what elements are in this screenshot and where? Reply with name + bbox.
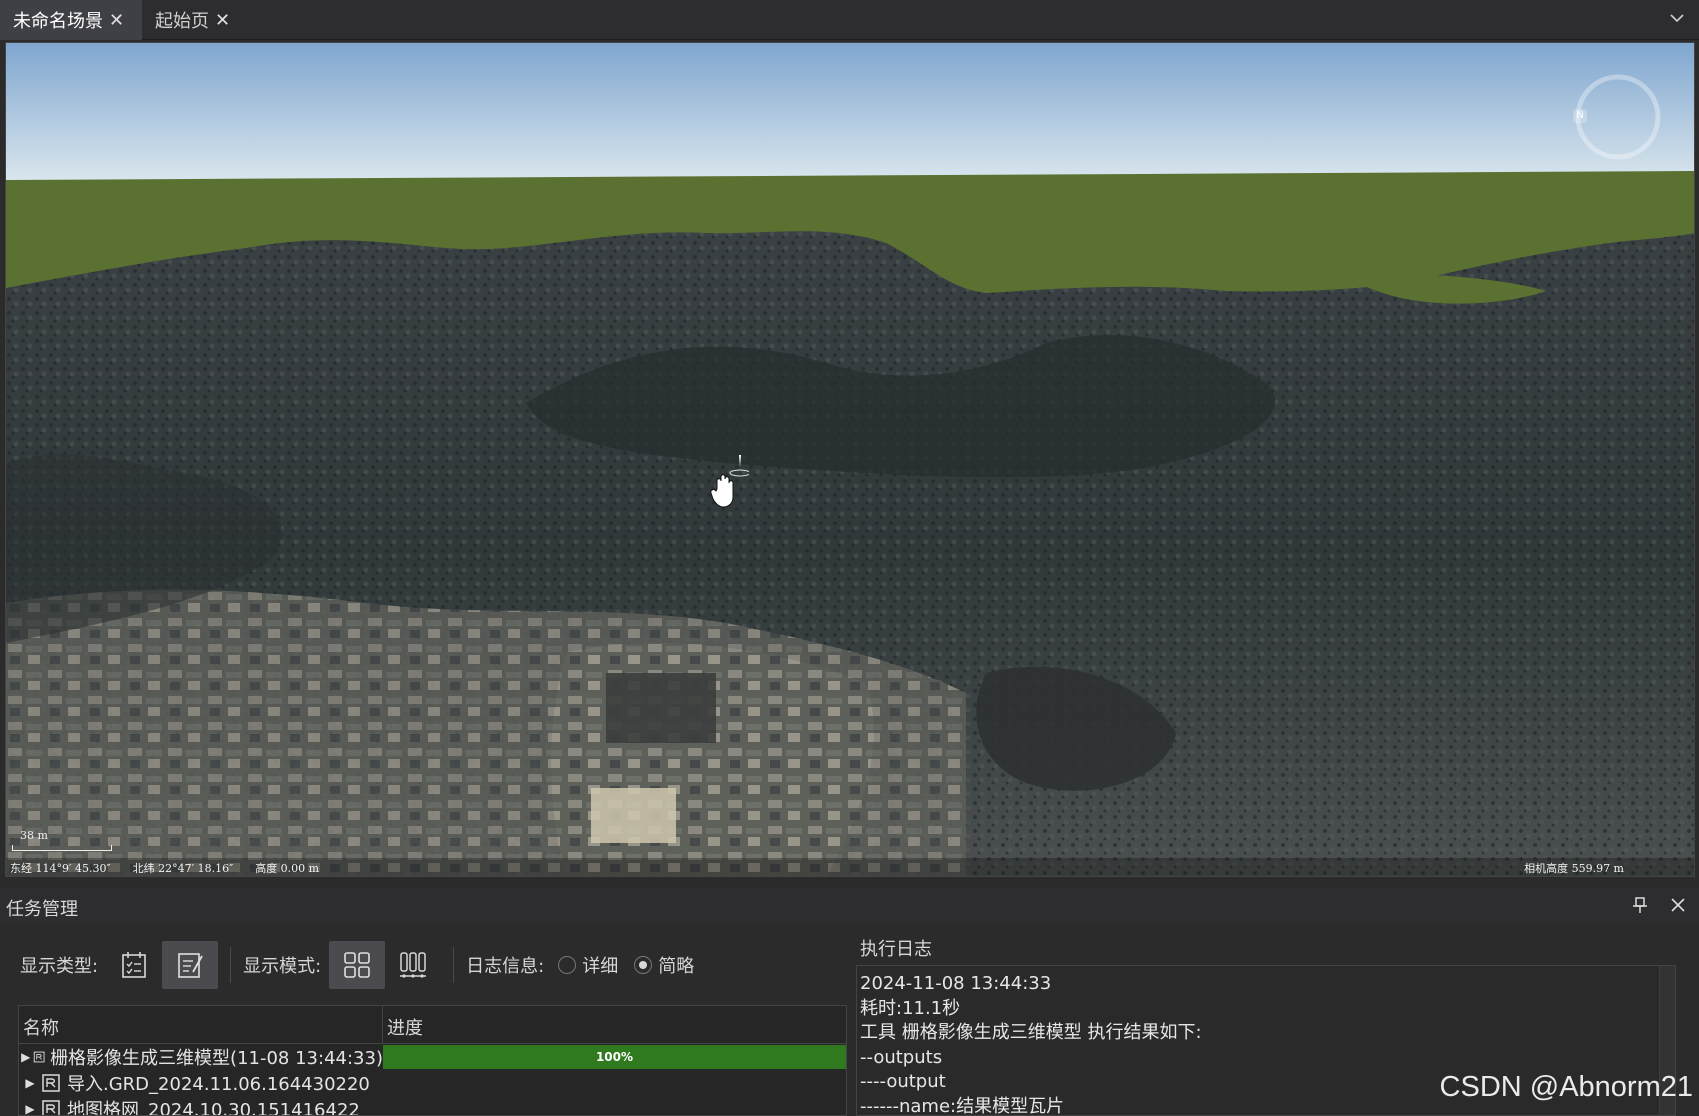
camera-height-readout: 相机高度 559.97 m: [1524, 862, 1624, 875]
expand-arrow-icon[interactable]: ▶: [19, 1102, 41, 1115]
latitude-readout: 北纬 22°47′ 18.16″: [132, 862, 234, 875]
compass-north-label: N: [1573, 109, 1587, 123]
progress-text: 100%: [595, 1050, 634, 1064]
close-icon[interactable]: ✕: [215, 10, 230, 31]
document-tab-bar: 未命名场景 ✕ 起始页 ✕: [0, 0, 1699, 40]
task-grid: 名称 进度 ▶ 栅格影像生成三维模型(11-08 13:44:33) 100% …: [18, 1005, 847, 1116]
longitude-readout: 东经 114°9′ 45.30″: [10, 862, 111, 875]
task-tool-icon: [42, 1074, 60, 1092]
progress-cell: [383, 1097, 846, 1115]
radio-detailed[interactable]: 详细: [558, 952, 618, 978]
grid-mode-button[interactable]: [329, 941, 386, 989]
coordinate-status-strip: 东经 114°9′ 45.30″ 北纬 22°47′ 18.16″ 高度 0.0…: [6, 858, 1694, 876]
compass-widget[interactable]: N: [1573, 73, 1662, 161]
column-header-progress[interactable]: 进度: [383, 1006, 846, 1043]
table-row[interactable]: ▶ 栅格影像生成三维模型(11-08 13:44:33) 100%: [19, 1044, 846, 1070]
scale-label: 38 m: [20, 829, 48, 842]
grid-view-icon: [344, 952, 370, 978]
column-mode-button[interactable]: [385, 941, 441, 989]
radio-indicator: [634, 956, 653, 974]
radio-indicator: [558, 956, 577, 974]
expand-arrow-icon[interactable]: ▶: [19, 1050, 33, 1064]
chevron-down-icon[interactable]: [1667, 8, 1687, 28]
radio-brief[interactable]: 简略: [634, 952, 694, 978]
grid-header: 名称 进度: [19, 1006, 846, 1044]
close-icon[interactable]: ✕: [109, 10, 124, 31]
log-info-label: 日志信息:: [466, 956, 545, 977]
tab-start-page[interactable]: 起始页 ✕: [142, 0, 242, 40]
log-title: 执行日志: [860, 939, 932, 960]
tab-label: 起始页: [155, 11, 209, 32]
compass-ring-icon: [1575, 74, 1661, 160]
log-line: 2024-11-08 13:44:33: [860, 973, 1052, 994]
tab-untitled-scene[interactable]: 未命名场景 ✕: [0, 0, 142, 40]
tab-label: 未命名场景: [13, 11, 103, 32]
log-line: 耗时:11.1秒: [860, 997, 961, 1019]
scale-bar: [12, 845, 112, 851]
column-header-name[interactable]: 名称: [19, 1006, 383, 1043]
task-name: 导入.GRD_2024.11.06.164430220: [67, 1074, 370, 1095]
expand-arrow-icon[interactable]: ▶: [19, 1076, 41, 1090]
display-type-label: 显示类型:: [20, 956, 99, 977]
toolbar-separator: [453, 947, 455, 983]
edit-document-icon: [178, 953, 203, 978]
terrain-scene: [6, 43, 1694, 876]
log-line: --outputs: [860, 1046, 943, 1068]
radio-label: 详细: [582, 956, 619, 977]
table-row[interactable]: ▶ 地图格网_2024.10.30.151416422: [19, 1096, 846, 1116]
task-panel-header: 任务管理: [0, 887, 1699, 923]
log-document-button[interactable]: [162, 941, 219, 989]
task-tool-icon: [42, 1100, 60, 1115]
altitude-readout: 高度 0.00 m: [255, 862, 320, 875]
radio-label: 简略: [658, 956, 695, 977]
panel-title: 任务管理: [6, 899, 78, 920]
task-name: 地图格网_2024.10.30.151416422: [67, 1100, 360, 1116]
log-line: 工具 栅格影像生成三维模型 执行结果如下:: [860, 1022, 1202, 1043]
calendar-checklist-icon: [122, 952, 146, 978]
task-tool-icon: [33, 1051, 45, 1063]
progress-cell: [383, 1071, 846, 1095]
scene-viewport[interactable]: N 38 m 东经 114°9′ 45.30″ 北纬 22°47′ 18.16″…: [5, 42, 1695, 877]
progress-bar: 100%: [383, 1045, 846, 1069]
task-toolbar: 显示类型: 显示模式: 日志信息: 详细 简略: [20, 941, 704, 989]
hand-cursor-icon: [710, 455, 749, 508]
pin-icon[interactable]: [1631, 896, 1649, 914]
task-name: 栅格影像生成三维模型(11-08 13:44:33): [50, 1048, 383, 1069]
table-row[interactable]: ▶ 导入.GRD_2024.11.06.164430220: [19, 1070, 846, 1096]
close-icon[interactable]: [1669, 896, 1687, 914]
toolbar-separator: [230, 947, 232, 983]
watermark: CSDN @Abnorm21: [1439, 1071, 1693, 1103]
display-mode-label: 显示模式:: [243, 956, 322, 977]
calendar-list-button[interactable]: [106, 941, 162, 989]
columns-view-icon: [400, 952, 427, 978]
